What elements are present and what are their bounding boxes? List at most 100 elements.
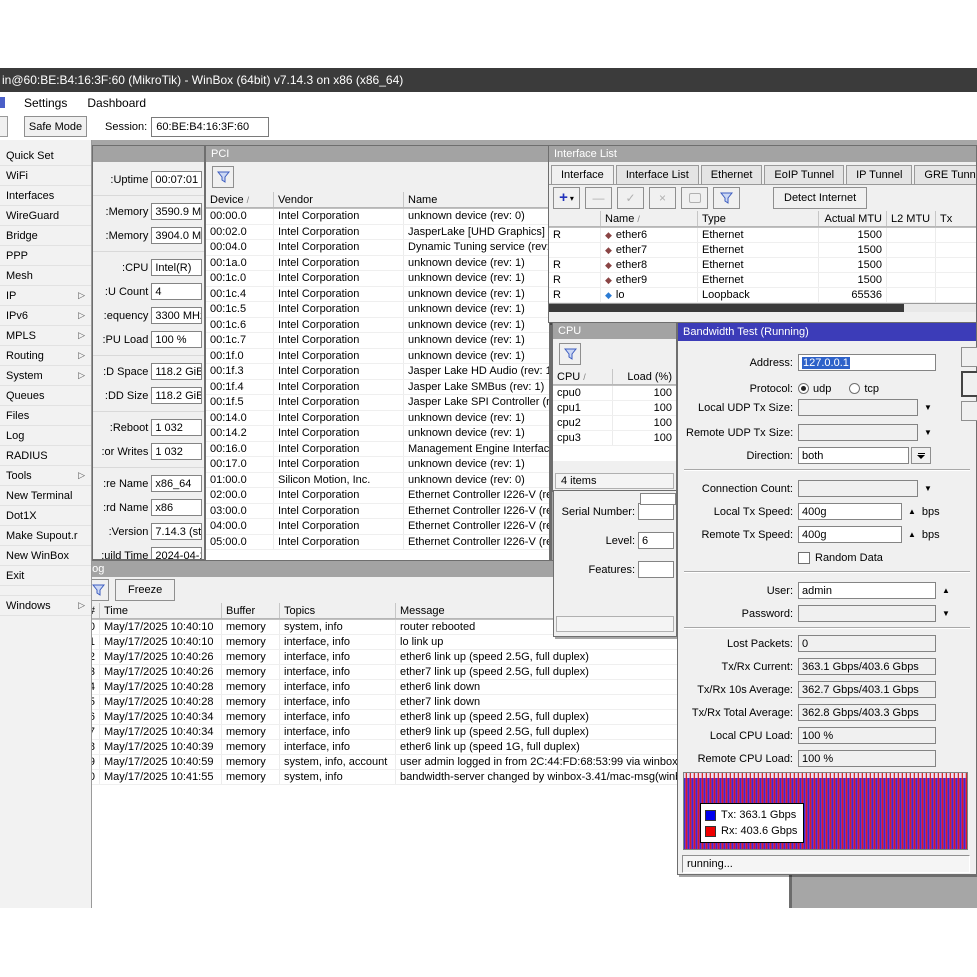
- add-button[interactable]: +▾: [553, 187, 580, 209]
- scrollbar-thumb[interactable]: [549, 304, 904, 312]
- interface-tab[interactable]: GRE Tunnel: [914, 165, 976, 184]
- spinner-up-icon[interactable]: ▲: [908, 530, 916, 539]
- interface-row[interactable]: R ◆ether6 Ethernet 1500: [549, 228, 976, 243]
- pci-window-titlebar[interactable]: PCI: [206, 146, 549, 162]
- cpu-window-titlebar[interactable]: CPU: [553, 323, 676, 339]
- cpu-row[interactable]: cpu1 100: [553, 401, 676, 416]
- safe-mode-button[interactable]: Safe Mode: [24, 116, 87, 137]
- sidebar-item[interactable]: RADIUS ▷: [0, 446, 91, 466]
- session-field[interactable]: 60:BE:B4:16:3F:60: [151, 117, 269, 137]
- menu-settings[interactable]: Settings: [14, 94, 77, 112]
- menu-dashboard[interactable]: Dashboard: [77, 94, 156, 112]
- pci-row[interactable]: 00:02.0 Intel Corporation JasperLake [UH…: [206, 225, 549, 241]
- udp-radio[interactable]: [798, 383, 809, 394]
- pci-row[interactable]: 00:16.0 Intel Corporation Management Eng…: [206, 442, 549, 458]
- sidebar-item[interactable]: New Terminal ▷: [0, 486, 91, 506]
- pci-row[interactable]: 00:1f.5 Intel Corporation Jasper Lake SP…: [206, 395, 549, 411]
- dropdown-arrow-icon[interactable]: ▼: [924, 484, 932, 493]
- sidebar-item[interactable]: WireGuard ▷: [0, 206, 91, 226]
- pci-row[interactable]: 00:00.0 Intel Corporation unknown device…: [206, 209, 549, 225]
- local-udp-tx-size-field[interactable]: [798, 399, 918, 416]
- dropdown-arrow-icon[interactable]: ▼: [942, 609, 950, 618]
- pci-row[interactable]: 03:00.0 Intel Corporation Ethernet Contr…: [206, 504, 549, 520]
- pci-row[interactable]: 00:1a.0 Intel Corporation unknown device…: [206, 256, 549, 272]
- sidebar-item[interactable]: Make Supout.rif ▷: [0, 526, 91, 546]
- pci-table-header[interactable]: Device/ Vendor Name: [206, 192, 549, 208]
- clipped-toolbar-button[interactable]: [0, 116, 8, 137]
- freeze-button[interactable]: Freeze: [115, 579, 175, 601]
- pci-row[interactable]: 00:1f.4 Intel Corporation Jasper Lake SM…: [206, 380, 549, 396]
- direction-field[interactable]: both: [798, 447, 909, 464]
- sidebar-item[interactable]: New WinBox ▷: [0, 546, 91, 566]
- pci-row[interactable]: 00:14.2 Intel Corporation unknown device…: [206, 426, 549, 442]
- pci-row[interactable]: 01:00.0 Silicon Motion, Inc. unknown dev…: [206, 473, 549, 489]
- sidebar-item[interactable]: Exit ▷: [0, 566, 91, 586]
- sidebar-item[interactable]: WiFi ▷: [0, 166, 91, 186]
- dropdown-arrow-icon[interactable]: ▼: [924, 428, 932, 437]
- tcp-radio[interactable]: [849, 383, 860, 394]
- address-field[interactable]: 127.0.0.1: [798, 354, 936, 371]
- sidebar-item[interactable]: Files ▷: [0, 406, 91, 426]
- pci-row[interactable]: 00:1c.5 Intel Corporation unknown device…: [206, 302, 549, 318]
- filter-button[interactable]: [559, 343, 581, 365]
- sidebar-item[interactable]: Tools ▷: [0, 466, 91, 486]
- dropdown-arrow-icon[interactable]: ▼: [924, 403, 932, 412]
- sidebar-item[interactable]: Quick Set ▷: [0, 146, 91, 166]
- pci-row[interactable]: 00:1f.3 Intel Corporation Jasper Lake HD…: [206, 364, 549, 380]
- cpu-row[interactable]: cpu3 100: [553, 431, 676, 446]
- sidebar-item[interactable]: IPv6 ▷: [0, 306, 91, 326]
- interface-tab[interactable]: Interface List: [616, 165, 699, 184]
- local-tx-speed-field[interactable]: 400g: [798, 503, 902, 520]
- interface-row[interactable]: R ◆ether9 Ethernet 1500: [549, 273, 976, 288]
- filter-button[interactable]: [212, 166, 234, 188]
- direction-dropdown-button[interactable]: [911, 447, 931, 464]
- comment-button[interactable]: [681, 187, 708, 209]
- pci-row[interactable]: 05:00.0 Intel Corporation Ethernet Contr…: [206, 535, 549, 551]
- sidebar-item[interactable]: Mesh ▷: [0, 266, 91, 286]
- connection-count-field[interactable]: [798, 480, 918, 497]
- close-button-clipped[interactable]: [961, 401, 977, 421]
- sidebar-item[interactable]: System ▷: [0, 366, 91, 386]
- interface-row[interactable]: ◆ether7 Ethernet 1500: [549, 243, 976, 258]
- sidebar-item-windows[interactable]: Windows ▷: [0, 596, 91, 616]
- interface-tab[interactable]: IP Tunnel: [846, 165, 912, 184]
- cpu-table-header[interactable]: CPU/ Load (%): [553, 369, 676, 385]
- pci-row[interactable]: 00:14.0 Intel Corporation unknown device…: [206, 411, 549, 427]
- remote-tx-speed-field[interactable]: 400g: [798, 526, 902, 543]
- resources-window-titlebar[interactable]: [93, 146, 204, 162]
- password-field[interactable]: [798, 605, 936, 622]
- interface-row[interactable]: R ◆lo Loopback 65536: [549, 288, 976, 303]
- random-data-checkbox[interactable]: [798, 552, 810, 564]
- interface-tab[interactable]: Ethernet: [701, 165, 763, 184]
- pci-row[interactable]: 00:1c.0 Intel Corporation unknown device…: [206, 271, 549, 287]
- pci-row[interactable]: 00:17.0 Intel Corporation unknown device…: [206, 457, 549, 473]
- spinner-up-icon[interactable]: ▲: [942, 586, 950, 595]
- remote-udp-tx-size-field[interactable]: [798, 424, 918, 441]
- pci-row[interactable]: 00:1c.6 Intel Corporation unknown device…: [206, 318, 549, 334]
- cpu-row[interactable]: cpu2 100: [553, 416, 676, 431]
- enable-button[interactable]: ✓: [617, 187, 644, 209]
- pci-row[interactable]: 00:1c.7 Intel Corporation unknown device…: [206, 333, 549, 349]
- user-field[interactable]: admin: [798, 582, 936, 599]
- sidebar-item[interactable]: IP ▷: [0, 286, 91, 306]
- remove-button[interactable]: —: [585, 187, 612, 209]
- sidebar-item[interactable]: Dot1X ▷: [0, 506, 91, 526]
- sidebar-item[interactable]: Log ▷: [0, 426, 91, 446]
- pci-row[interactable]: 00:1f.0 Intel Corporation unknown device…: [206, 349, 549, 365]
- disable-button[interactable]: ×: [649, 187, 676, 209]
- interface-row[interactable]: R ◆ether8 Ethernet 1500: [549, 258, 976, 273]
- horizontal-scrollbar[interactable]: [549, 303, 976, 312]
- sidebar-item[interactable]: Queues ▷: [0, 386, 91, 406]
- pci-row[interactable]: 04:00.0 Intel Corporation Ethernet Contr…: [206, 519, 549, 535]
- interface-tab[interactable]: Interface: [551, 165, 614, 185]
- sidebar-item[interactable]: Routing ▷: [0, 346, 91, 366]
- stop-button-clipped[interactable]: [961, 371, 977, 397]
- interface-tab[interactable]: EoIP Tunnel: [764, 165, 844, 184]
- filter-button[interactable]: [713, 187, 740, 209]
- sidebar-item[interactable]: Bridge ▷: [0, 226, 91, 246]
- detect-internet-button[interactable]: Detect Internet: [773, 187, 867, 209]
- spinner-up-icon[interactable]: ▲: [908, 507, 916, 516]
- cpu-row[interactable]: cpu0 100: [553, 386, 676, 401]
- pci-row[interactable]: 00:1c.4 Intel Corporation unknown device…: [206, 287, 549, 303]
- sidebar-item[interactable]: MPLS ▷: [0, 326, 91, 346]
